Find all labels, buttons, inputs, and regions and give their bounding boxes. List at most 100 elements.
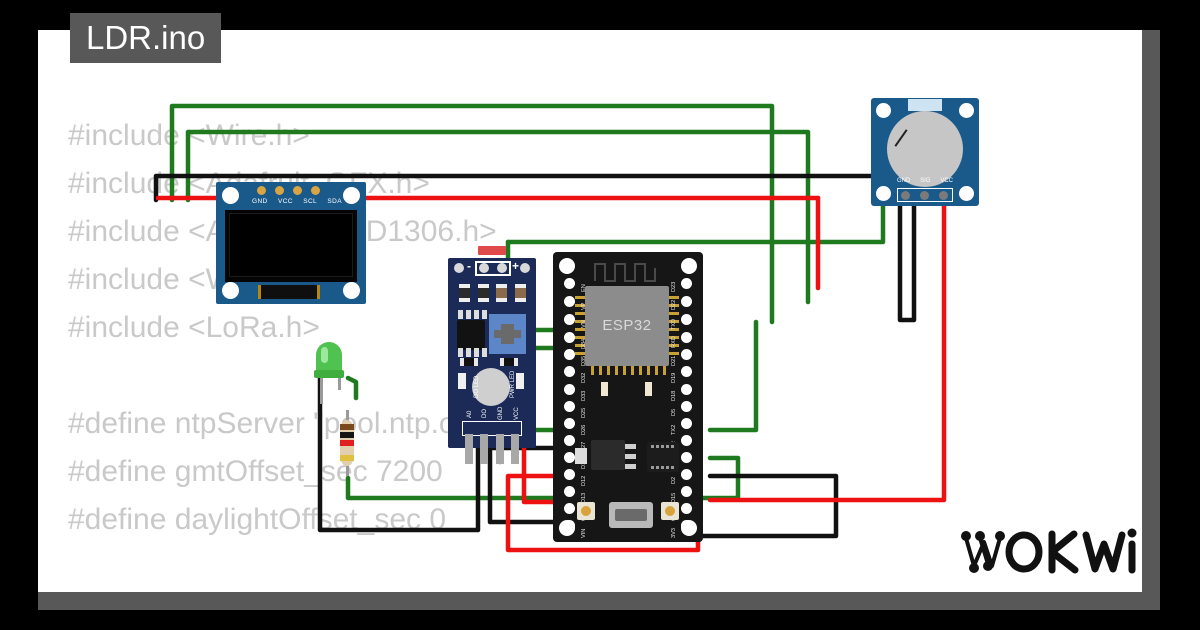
ldr-ic-legs-top	[458, 310, 487, 319]
esp32-pad-D18[interactable]	[681, 384, 692, 395]
esp32-pad-D22[interactable]	[681, 296, 692, 307]
led-cathode-leg[interactable]	[320, 374, 323, 404]
oled-pin-vcc[interactable]	[275, 186, 284, 195]
esp32-pad-D2[interactable]	[681, 469, 692, 480]
esp32-pad-D32[interactable]	[564, 366, 575, 377]
pot-pin-sig[interactable]	[920, 191, 929, 200]
esp32-label-left: VP	[581, 302, 587, 310]
canvas-shadow-right	[1142, 30, 1160, 610]
oled-pin-label: SDA	[327, 198, 342, 205]
esp32-mount-hole	[681, 258, 697, 274]
pot-top-tab	[908, 99, 942, 111]
esp32-pad-GND[interactable]	[681, 503, 692, 514]
esp32-pcb-antenna	[594, 263, 656, 282]
oled-pin-scl[interactable]	[293, 186, 302, 195]
esp32-pad-VN[interactable]	[564, 314, 575, 325]
part-ldr-module[interactable]: - + DO LED PWR LED A0 DO GND VCC	[448, 246, 536, 464]
oled-pin-gnd[interactable]	[257, 186, 266, 195]
ldr-smd-part	[460, 358, 478, 366]
oled-pin-label: SCL	[303, 198, 318, 205]
esp32-pad-RX2[interactable]	[681, 435, 692, 446]
esp32-pad-D34[interactable]	[564, 332, 575, 343]
pot-pin-gnd[interactable]	[901, 191, 910, 200]
oled-pin-sda[interactable]	[311, 186, 320, 195]
pot-knob[interactable]	[887, 111, 963, 187]
esp32-label-right: D5	[671, 408, 677, 416]
esp32-pad-D12[interactable]	[564, 469, 575, 480]
ldr-smd-part	[500, 358, 518, 366]
pot-pin-vcc[interactable]	[939, 191, 948, 200]
part-potentiometer[interactable]: GND SIG VCC	[871, 98, 979, 206]
pot-mount-hole	[876, 186, 891, 201]
esp32-pad-EN[interactable]	[564, 278, 575, 289]
esp32-pad-RXD[interactable]	[681, 332, 692, 343]
part-oled-display[interactable]: GND VCC SCL SDA	[216, 182, 366, 304]
esp32-reg-pad	[625, 464, 636, 469]
ldr-do-led-label: DO LED	[474, 375, 480, 398]
ldr-pin-label-do: DO	[482, 409, 488, 418]
oled-mount-hole	[343, 282, 360, 299]
esp32-pad-D33[interactable]	[564, 384, 575, 395]
ldr-smd-resistor	[496, 284, 507, 302]
pot-mount-hole	[959, 186, 974, 201]
esp32-reg-pad	[625, 454, 636, 459]
esp32-label-right: D23	[671, 281, 677, 292]
esp32-label-left: D35	[581, 355, 587, 366]
ldr-pin-gnd[interactable]	[496, 434, 504, 464]
esp32-usb-port[interactable]	[609, 502, 653, 528]
esp32-pad-D23[interactable]	[681, 278, 692, 289]
esp32-pad-VP[interactable]	[564, 296, 575, 307]
esp32-pad-3V3[interactable]	[681, 520, 692, 531]
esp32-pad-D21[interactable]	[681, 349, 692, 360]
esp32-enable-button[interactable]	[661, 502, 679, 520]
ldr-pin-do[interactable]	[480, 434, 488, 464]
esp32-label-right: RXD	[671, 336, 677, 348]
esp32-pad-D13[interactable]	[564, 486, 575, 497]
part-esp32-devkit[interactable]: ESP32 EN VP VN D34 D35 D32 D33 D25 D26 D…	[553, 252, 703, 542]
pot-pin-label: VCC	[940, 178, 953, 184]
esp32-pad-D26[interactable]	[564, 418, 575, 429]
esp32-label-left: EN	[581, 284, 587, 292]
oled-screen	[225, 210, 357, 282]
esp32-pad-D19[interactable]	[681, 366, 692, 377]
esp32-pad-VIN[interactable]	[564, 520, 575, 531]
esp32-boot-button[interactable]	[577, 502, 595, 520]
esp32-label-left: D26	[581, 424, 587, 435]
esp32-pad-D27[interactable]	[564, 435, 575, 446]
ldr-minus-label: -	[467, 259, 471, 273]
esp32-smd-left	[601, 382, 608, 396]
wokwi-logo	[958, 520, 1138, 580]
ldr-do-led	[458, 373, 466, 389]
wokwi-logo-svg	[961, 528, 1137, 574]
esp32-pad-D15[interactable]	[681, 486, 692, 497]
ldr-top-pad-minus[interactable]	[454, 263, 464, 273]
ldr-top-red-led	[478, 246, 506, 255]
esp32-voltage-regulator	[591, 440, 625, 470]
esp32-pad-D25[interactable]	[564, 401, 575, 412]
ldr-top-header-box	[475, 261, 511, 276]
esp32-label-left: D32	[581, 372, 587, 383]
file-tab[interactable]: LDR.ino	[70, 13, 222, 63]
part-resistor[interactable]	[338, 410, 356, 476]
ldr-pin-vcc[interactable]	[511, 434, 519, 464]
esp32-pad-TXD[interactable]	[681, 314, 692, 325]
esp32-label-right: D21	[671, 355, 677, 366]
esp32-pad-D5[interactable]	[681, 401, 692, 412]
esp32-pad-TX2[interactable]	[681, 418, 692, 429]
esp32-pad-D35[interactable]	[564, 349, 575, 360]
esp32-usb-uart-ic	[647, 442, 679, 472]
oled-pin-labels: GND VCC SCL SDA	[252, 198, 342, 205]
esp32-pad-D14[interactable]	[564, 452, 575, 463]
esp32-label-left: VIN	[581, 528, 587, 538]
wokwi-diagram-screenshot: #include <Wire.h> #include <Adafruit_GFX…	[0, 0, 1200, 630]
diagram-canvas[interactable]: #include <Wire.h> #include <Adafruit_GFX…	[38, 30, 1142, 592]
esp32-pad-D4[interactable]	[681, 452, 692, 463]
esp32-pad-GND[interactable]	[564, 503, 575, 514]
part-green-led[interactable]	[312, 342, 350, 404]
ldr-pin-a0[interactable]	[465, 434, 473, 464]
oled-mount-hole	[343, 187, 360, 204]
ldr-pwr-led-label: PWR LED	[510, 370, 516, 398]
ldr-pin-label-vcc: VCC	[514, 407, 520, 420]
ldr-top-pad-plus[interactable]	[520, 263, 530, 273]
canvas-shadow-bottom	[38, 592, 1160, 610]
